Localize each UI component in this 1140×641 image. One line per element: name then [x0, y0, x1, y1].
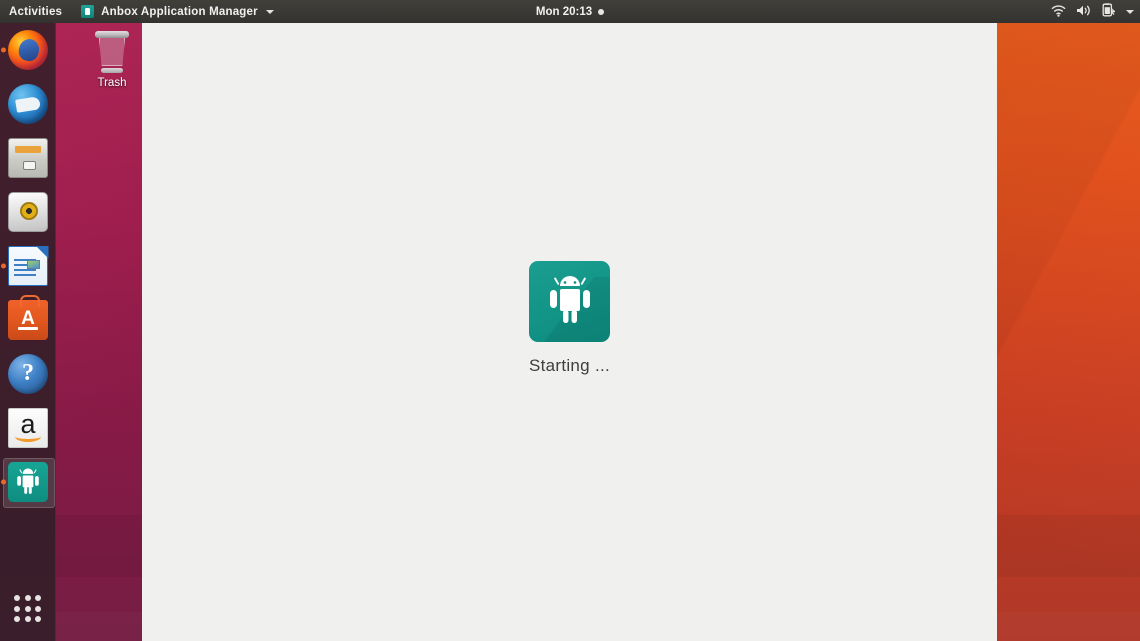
- notification-dot-icon: [598, 9, 604, 15]
- anbox-window-content: Starting ...: [142, 23, 997, 641]
- trash-label: Trash: [80, 77, 144, 89]
- application-menu-label: Anbox Application Manager: [101, 6, 258, 18]
- anbox-status-text: Starting ...: [529, 356, 610, 376]
- clock-button[interactable]: Mon 20:13: [500, 0, 640, 23]
- thunderbird-icon: [8, 84, 48, 124]
- anbox-icon: [8, 462, 48, 502]
- battery-icon: [1102, 3, 1115, 20]
- running-indicator-dot: [1, 264, 6, 269]
- trash-can-icon: [95, 31, 129, 71]
- ubuntu-software-icon: [8, 300, 48, 340]
- grid-of-dots-icon: [14, 595, 42, 623]
- amazon-icon: [8, 408, 48, 448]
- help-icon: [8, 354, 48, 394]
- application-menu-button[interactable]: Anbox Application Manager: [73, 0, 282, 23]
- launcher-item-ubuntu-software[interactable]: [0, 293, 56, 347]
- android-robot-icon[interactable]: [529, 261, 610, 342]
- rhythmbox-icon: [8, 192, 48, 232]
- firefox-icon: [8, 30, 48, 70]
- wifi-icon: [1051, 4, 1066, 20]
- clock-label: Mon 20:13: [536, 6, 592, 18]
- chevron-down-icon: [266, 10, 274, 14]
- libreoffice-writer-icon: [8, 246, 48, 286]
- launcher-item-thunderbird[interactable]: [0, 77, 56, 131]
- system-status-area[interactable]: [1051, 0, 1134, 23]
- software-bag-bar: [18, 327, 38, 330]
- activities-button[interactable]: Activities: [0, 0, 73, 23]
- launcher-item-firefox[interactable]: [0, 23, 56, 77]
- running-indicator-dot: [1, 48, 6, 53]
- trash-body: [99, 38, 125, 66]
- anbox-application-manager-window[interactable]: Starting ...: [142, 23, 997, 641]
- writer-image-block: [27, 260, 40, 269]
- show-applications-button[interactable]: [0, 585, 56, 633]
- activities-label: Activities: [9, 6, 62, 18]
- running-indicator-dot: [1, 480, 6, 485]
- launcher-item-rhythmbox[interactable]: [0, 185, 56, 239]
- launcher-item-amazon[interactable]: [0, 401, 56, 455]
- anbox-app-icon: [81, 5, 94, 18]
- trash-lid: [95, 31, 129, 38]
- launcher-item-files[interactable]: [0, 131, 56, 185]
- desktop-icon-trash[interactable]: Trash: [80, 29, 144, 99]
- volume-icon: [1076, 4, 1092, 20]
- gnome-top-panel[interactable]: Activities Anbox Application Manager Mon…: [0, 0, 1140, 23]
- system-menu-chevron-down-icon[interactable]: [1126, 10, 1134, 14]
- trash-base: [101, 68, 123, 73]
- files-icon: [8, 138, 48, 178]
- launcher-item-anbox[interactable]: [0, 455, 56, 509]
- launcher-item-libreoffice-writer[interactable]: [0, 239, 56, 293]
- ubuntu-dock-launcher[interactable]: [0, 23, 56, 641]
- launcher-item-help[interactable]: [0, 347, 56, 401]
